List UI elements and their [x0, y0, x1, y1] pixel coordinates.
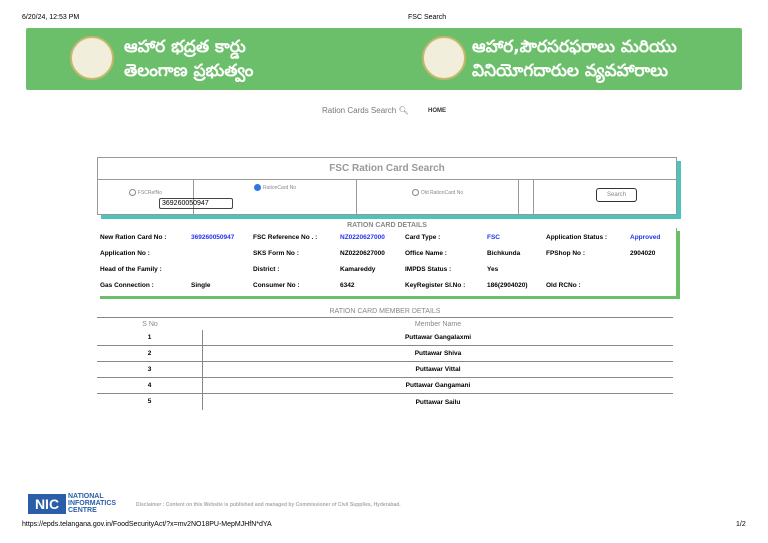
- row-name: Puttawar Gangamani: [405, 382, 471, 389]
- nic-logo-text: NATIONAL INFORMATICS CENTRE: [68, 493, 116, 514]
- detail-label: Old RCNo :: [546, 282, 581, 289]
- detail-value: 2904020: [630, 250, 656, 257]
- table-row: 4 Puttawar Gangamani: [97, 378, 673, 394]
- spacer-cell: [519, 180, 534, 216]
- detail-label: New Ration Card No :: [100, 234, 167, 241]
- print-url: https://epds.telangana.gov.in/FoodSecuri…: [22, 521, 272, 528]
- civil-supplies-emblem-icon: [422, 36, 466, 80]
- members-title: RATION CARD MEMBER DETAILS: [97, 308, 673, 318]
- logo-line2: INFORMATICS: [68, 500, 117, 507]
- ration-card-input[interactable]: 369260050947: [159, 198, 233, 209]
- detail-value: NZ0220627000: [340, 234, 385, 241]
- detail-label: Gas Connection :: [100, 282, 154, 289]
- row-name: Puttawar Gangalaxmi: [404, 334, 472, 341]
- search-icon: 🔍︎: [398, 106, 409, 115]
- print-page-title: FSC Search: [408, 14, 447, 21]
- detail-value: Bichkunda: [487, 250, 521, 257]
- detail-label: Card Type :: [405, 234, 441, 241]
- row-name: Puttawar Shiva: [414, 350, 462, 357]
- detail-value: 369260050947: [191, 234, 235, 241]
- detail-value: NZ0220627000: [340, 250, 385, 257]
- detail-value: FSC: [487, 234, 500, 241]
- table-row: 3 Puttawar Vittal: [97, 362, 673, 378]
- ration-card-details: New Ration Card No : 369260050947 FSC Refe…: [97, 228, 677, 296]
- col-sno: S No: [142, 321, 158, 328]
- search-title: FSC Ration Card Search: [98, 158, 676, 180]
- row-name: Puttawar Sailu: [415, 398, 461, 406]
- radio-rationcardno[interactable]: [253, 184, 261, 191]
- nic-logo-icon: NIC: [28, 494, 66, 514]
- row-sno: 4: [97, 378, 203, 393]
- radio-old-rationcardno[interactable]: [411, 189, 419, 196]
- option-label: FSCRefNo: [137, 189, 163, 196]
- home-link[interactable]: HOME: [428, 108, 446, 114]
- search-button[interactable]: Search: [596, 188, 637, 202]
- header-banner: ఆహార భద్రత కార్డు తెలంగాణ ప్రభుత్వం ఆహార…: [26, 28, 742, 90]
- ration-cards-search-link[interactable]: Ration Cards Search 🔍︎: [322, 106, 409, 115]
- row-sno: 1: [97, 330, 203, 345]
- detail-label: District :: [253, 266, 280, 273]
- detail-value: Kamareddy: [340, 266, 376, 273]
- row-name: Puttawar Vittal: [415, 366, 461, 373]
- col-member-name: Member Name: [414, 321, 462, 328]
- logo-line3: CENTRE: [68, 507, 97, 514]
- telangana-emblem-icon: [70, 36, 114, 80]
- detail-label: Head of the Family :: [100, 266, 162, 273]
- detail-label: Application No :: [100, 250, 150, 257]
- row-sno: 2: [97, 346, 203, 361]
- detail-label: Office Name :: [405, 250, 447, 257]
- banner-left-line1: ఆహార భద్రత కార్డు: [124, 37, 246, 57]
- option-old-rationcardno[interactable]: Old RationCard No: [357, 180, 519, 216]
- logo-line1: NATIONAL: [68, 493, 104, 500]
- table-row: 5 Puttawar Sailu: [97, 394, 673, 410]
- detail-label: SKS Form No :: [253, 250, 299, 257]
- detail-label: FPShop No :: [546, 250, 585, 257]
- radio-fscrefno[interactable]: [128, 189, 136, 196]
- detail-value: Approved: [630, 234, 661, 241]
- disclaimer: Disclaimer : Content on this Website is …: [136, 502, 401, 508]
- option-label: Old RationCard No: [420, 189, 464, 196]
- detail-value: 186(2904020): [487, 282, 528, 289]
- banner-right-line1: ఆహార,పౌరసరఫరాలు మరియు: [472, 37, 677, 57]
- detail-label: IMPDS Status :: [405, 266, 452, 273]
- detail-label: FSC Reference No . :: [253, 234, 318, 241]
- option-label: RationCard No: [262, 184, 297, 191]
- table-row: 2 Puttawar Shiva: [97, 346, 673, 362]
- detail-value: Yes: [487, 266, 499, 273]
- row-sno: 3: [97, 362, 203, 377]
- banner-left-line2: తెలంగాణ ప్రభుత్వం: [124, 61, 254, 81]
- banner-right-line2: వినియోగదారుల వ్యవహారాలు: [472, 61, 669, 81]
- detail-label: Application Status :: [546, 234, 608, 241]
- detail-value: Single: [191, 282, 211, 289]
- page-number: 1/2: [736, 521, 746, 528]
- detail-value: 6342: [340, 282, 355, 289]
- members-table: 1 Puttawar Gangalaxmi 2 Puttawar Shiva 3 Pu…: [97, 330, 673, 410]
- table-row: 1 Puttawar Gangalaxmi: [97, 330, 673, 346]
- detail-label: Consumer No :: [253, 282, 300, 289]
- row-sno: 5: [97, 394, 203, 410]
- search-link-label: Ration Cards Search: [322, 106, 397, 115]
- detail-label: KeyRegister Sl.No :: [405, 282, 466, 289]
- print-datetime: 6/20/24, 12:53 PM: [22, 14, 80, 21]
